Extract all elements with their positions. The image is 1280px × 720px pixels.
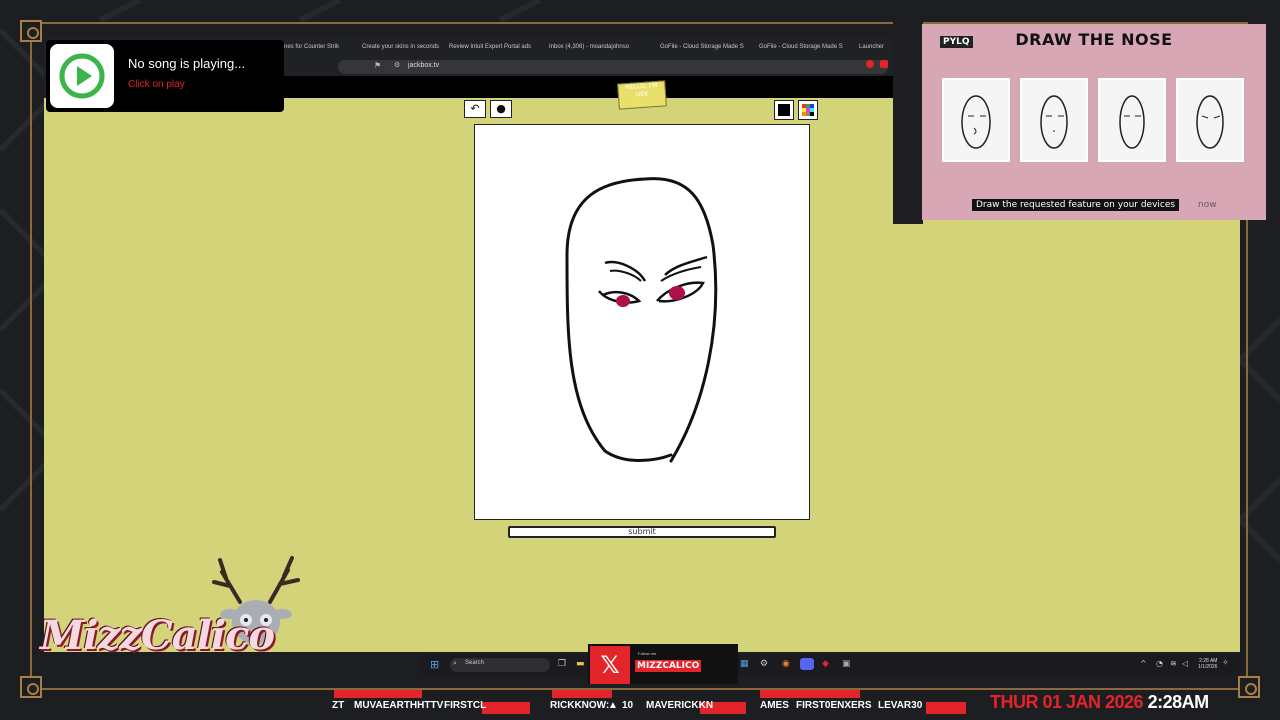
- song-title: No song is playing...: [128, 56, 246, 71]
- prompt-caption-tail: now: [1198, 200, 1217, 210]
- browser-tab[interactable]: Inbox (4,306) - moandajohnso: [549, 44, 629, 58]
- brush-size-icon: ●: [496, 102, 506, 115]
- color-button[interactable]: [774, 100, 794, 120]
- streamer-logo: MizzCalico: [40, 612, 275, 659]
- drawing-canvas[interactable]: [474, 124, 810, 520]
- stream-datetime: THUR 01 JAN 2026 2:28AM: [990, 692, 1209, 713]
- triangle-icon: ▲: [608, 700, 618, 711]
- ticker-item: AMES: [760, 700, 789, 711]
- click-on-play-link[interactable]: Click on play: [128, 79, 185, 90]
- site-info-icon[interactable]: ⚙: [394, 61, 400, 69]
- ticker-item: MUVAEARTHHTTV: [354, 700, 444, 711]
- app-icon[interactable]: ◉: [782, 659, 790, 669]
- corner-ornament-bottom-right: [1238, 676, 1260, 698]
- ticker-item: MAVERICKKN: [646, 700, 714, 711]
- face-card-1: [942, 78, 1010, 162]
- face-card-4: [1176, 78, 1244, 162]
- file-explorer-icon[interactable]: ▬: [576, 659, 585, 669]
- app-icon[interactable]: ▦: [740, 659, 749, 669]
- x-logo-icon: 𝕏: [590, 646, 630, 684]
- prompt-caption: Draw the requested feature on your devic…: [972, 199, 1180, 211]
- browser-tab[interactable]: Create your skins in seconds: [362, 44, 439, 58]
- brave-icon[interactable]: ◆: [822, 659, 829, 669]
- play-logo-icon: [50, 44, 114, 108]
- face-card-2: [1020, 78, 1088, 162]
- tray-clock[interactable]: 2:28 AM 1/1/2026: [1198, 658, 1217, 670]
- search-placeholder: Search: [465, 660, 485, 666]
- browser-tab[interactable]: Review Intuit Expert Portal ads: [449, 44, 531, 58]
- palette-button[interactable]: [798, 100, 818, 120]
- ticker-item: FIRST0ENXERS: [796, 700, 872, 711]
- tray-date: 1/1/2026: [1198, 664, 1218, 670]
- brush-size-button[interactable]: ●: [490, 100, 512, 118]
- bookmark-icon[interactable]: ⚑: [374, 61, 381, 70]
- face-card-3: [1098, 78, 1166, 162]
- chat-sidebar: [893, 18, 923, 224]
- ticker-item: ZT: [332, 700, 345, 711]
- search-icon: ⌕: [453, 659, 457, 667]
- prompt-title: DRAW THE NOSE: [1015, 30, 1173, 49]
- event-ticker: ZT MUVAEARTHHTTV FIRSTCL RICKKNOW: ▲ 10 …: [320, 690, 980, 716]
- corner-ornament-top-left: [20, 20, 42, 42]
- windows-start-icon[interactable]: ⊞: [430, 658, 439, 671]
- discord-icon[interactable]: [800, 658, 814, 670]
- page-header-strip: [284, 76, 894, 98]
- undo-icon: ↶: [470, 102, 480, 115]
- task-view-icon[interactable]: ❐: [558, 659, 566, 669]
- submit-button[interactable]: submit: [508, 526, 776, 538]
- tray-chevron-icon[interactable]: ^: [1140, 659, 1147, 668]
- ticker-bar: [552, 690, 612, 698]
- face-drawing: [565, 177, 718, 463]
- stream-date: THUR 01 JAN 2026: [990, 692, 1144, 712]
- browser-tab[interactable]: GoFile - Cloud Storage Made S: [759, 44, 843, 58]
- stream-time: 2:28AM: [1147, 692, 1210, 712]
- wifi-icon[interactable]: ≋: [1170, 659, 1177, 668]
- extension-icon[interactable]: [866, 60, 874, 68]
- extension-icon[interactable]: [880, 60, 888, 68]
- app-icon[interactable]: ▣: [842, 659, 851, 669]
- ticker-bar: [926, 702, 966, 714]
- black-swatch-icon: [778, 104, 790, 116]
- ticker-item: RICKKNOW:: [550, 700, 610, 711]
- palette-icon: [802, 104, 814, 116]
- ticker-bar: [334, 690, 422, 698]
- ticker-item: LEVAR30: [878, 700, 923, 711]
- ticker-bar: [760, 690, 860, 698]
- undo-button[interactable]: ↶: [464, 100, 486, 118]
- settings-gear-icon[interactable]: ⚙: [760, 659, 768, 669]
- corner-ornament-bottom-left: [20, 676, 42, 698]
- notification-icon[interactable]: ✧: [1222, 658, 1229, 667]
- follow-text: Follow me: [638, 651, 657, 656]
- ticker-bar: [482, 702, 530, 714]
- browser-tab[interactable]: Launcher: [859, 44, 884, 58]
- browser-tab[interactable]: GoFile - Cloud Storage Made S: [660, 44, 744, 58]
- social-handle: MIZZCALICO: [635, 660, 702, 672]
- browser-tab[interactable]: nes for Counter Strik: [284, 44, 339, 58]
- volume-icon[interactable]: ◁: [1182, 659, 1188, 668]
- hello-sticker: HELLO, I'M GEX: [617, 80, 667, 110]
- ticker-item: FIRSTCL: [444, 700, 487, 711]
- network-icon[interactable]: ◔: [1156, 659, 1163, 668]
- ticker-item: 10: [622, 700, 634, 711]
- url-text: jackbox.tv: [408, 62, 440, 69]
